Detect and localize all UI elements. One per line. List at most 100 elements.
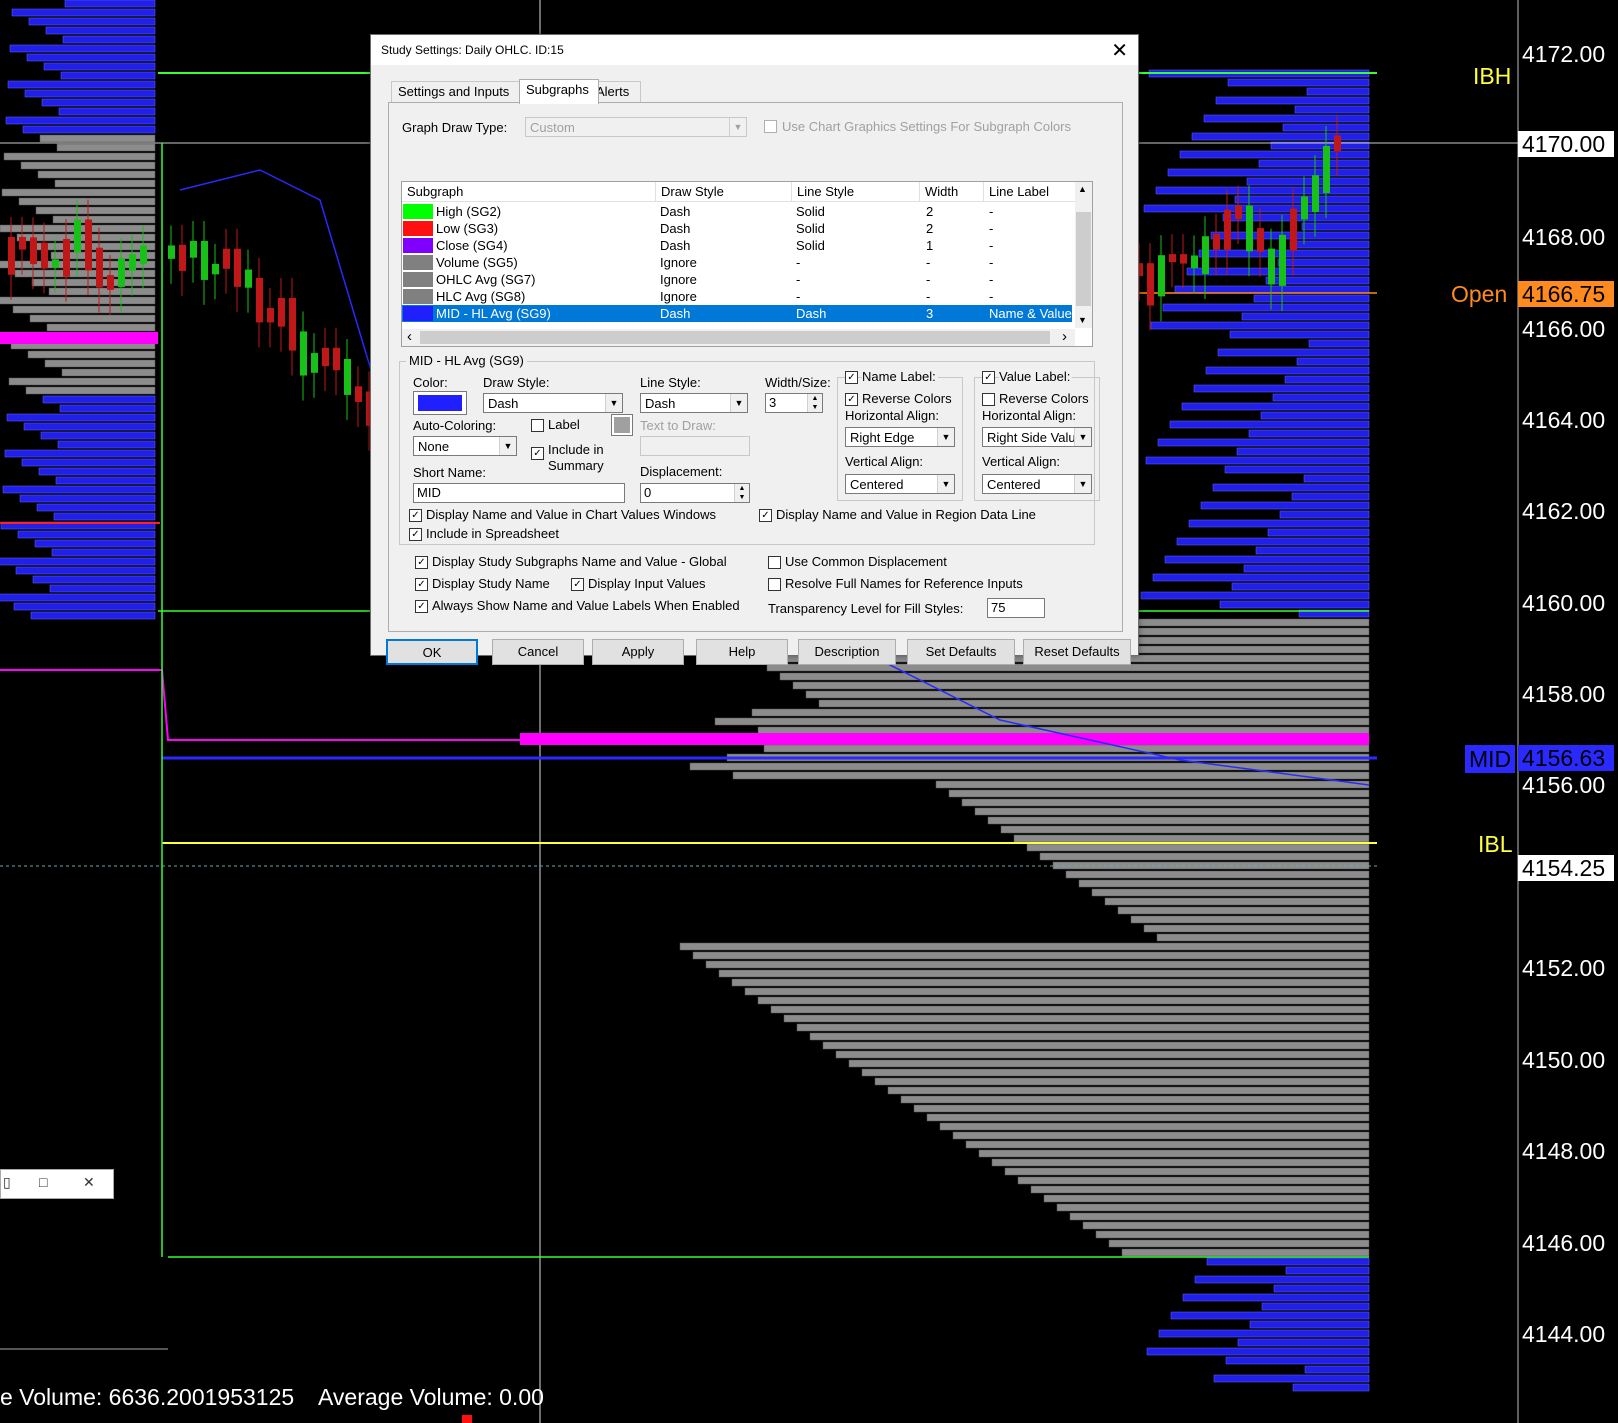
mid-tag: MID <box>1465 745 1516 773</box>
grid-horizontal-scrollbar[interactable]: ‹ › <box>402 328 1075 346</box>
subgraph-row[interactable]: Volume (SG5) Ignore - - - <box>402 254 1072 271</box>
name-vertical-align-select[interactable]: Centered ▼ <box>845 474 955 494</box>
scroll-left-icon[interactable]: ‹ <box>407 328 412 345</box>
profile-bar-right <box>783 1014 1370 1023</box>
line-style-select[interactable]: Dash ▼ <box>640 393 748 413</box>
candle-body <box>355 386 362 403</box>
subgraph-color-swatch <box>403 204 433 219</box>
graph-draw-type-label: Graph Draw Type: <box>402 120 508 135</box>
profile-bar-right <box>731 978 1370 987</box>
close-icon[interactable]: ✕ <box>1111 38 1128 63</box>
value-vertical-align-select[interactable]: Centered ▼ <box>982 474 1092 494</box>
profile-bar-right <box>1306 87 1370 96</box>
grid-vertical-scrollbar[interactable]: ▲ ▼ <box>1075 182 1092 328</box>
include-spreadsheet-checkbox[interactable]: ✓ <box>409 528 422 541</box>
tab-settings-and-inputs[interactable]: Settings and Inputs <box>391 81 529 102</box>
subgraph-row[interactable]: Low (SG3) Dash Solid 2 - <box>402 220 1072 237</box>
cancel-button[interactable]: Cancel <box>492 639 584 665</box>
profile-bar-left <box>24 89 156 98</box>
transparency-input[interactable]: 75 <box>987 598 1045 618</box>
profile-bar-right <box>939 1122 1370 1131</box>
label-checkbox[interactable] <box>531 419 544 432</box>
auto-coloring-select[interactable]: None ▼ <box>413 436 517 456</box>
displacement-input[interactable]: 0 ▲ ▼ <box>640 483 750 503</box>
dialog-titlebar[interactable]: Study Settings: Daily OHLC. ID:15 ✕ <box>371 35 1138 65</box>
profile-bar-left <box>37 170 156 179</box>
value-label-checkbox[interactable]: ✓ <box>982 371 995 384</box>
profile-bar-right <box>1013 834 1370 843</box>
display-input-values-checkbox[interactable]: ✓ <box>571 578 584 591</box>
name-label-title: Name Label: <box>862 369 938 384</box>
value-horizontal-align-select[interactable]: Right Side Valu ▼ <box>982 427 1092 447</box>
profile-bar-left <box>11 8 156 17</box>
subgraph-row[interactable]: OHLC Avg (SG7) Ignore - - - <box>402 271 1072 288</box>
name-horizontal-align-select[interactable]: Right Edge ▼ <box>845 427 955 447</box>
draw-style-select[interactable]: Dash ▼ <box>483 393 623 413</box>
apply-button[interactable]: Apply <box>592 639 684 665</box>
width-size-input[interactable]: 3 ▲ ▼ <box>765 393 823 413</box>
scroll-down-icon[interactable]: ▼ <box>1078 315 1087 325</box>
scroll-thumb[interactable] <box>420 331 1050 344</box>
spin-down-icon[interactable]: ▼ <box>808 403 822 412</box>
short-name-input[interactable]: MID <box>413 483 625 503</box>
column-header-width[interactable]: Width <box>920 182 984 201</box>
resolve-full-names-label: Resolve Full Names for Reference Inputs <box>785 576 1023 591</box>
help-button[interactable]: Help <box>696 639 788 665</box>
profile-bar-right <box>935 780 1370 789</box>
subgraph-grid[interactable]: Subgraph Draw Style Line Style Width Lin… <box>401 181 1093 347</box>
display-study-name-checkbox[interactable]: ✓ <box>415 578 428 591</box>
scroll-right-icon[interactable]: › <box>1062 328 1067 345</box>
spin-up-icon[interactable]: ▲ <box>808 394 822 403</box>
ok-button[interactable]: OK <box>386 639 478 665</box>
value-reverse-colors-checkbox[interactable] <box>982 393 995 406</box>
profile-bar-left <box>35 206 156 215</box>
profile-bar-right <box>1291 492 1370 501</box>
set-defaults-button[interactable]: Set Defaults <box>907 639 1015 665</box>
column-header-subgraph[interactable]: Subgraph <box>402 182 656 201</box>
minimized-window[interactable]: ▯ □ ✕ <box>0 1169 114 1199</box>
spin-up-icon[interactable]: ▲ <box>735 484 749 493</box>
use-chart-graphics-checkbox[interactable] <box>764 120 777 133</box>
subgraph-row[interactable]: High (SG2) Dash Solid 2 - <box>402 203 1072 220</box>
subgraph-row[interactable]: Close (SG4) Dash Solid 1 - <box>402 237 1072 254</box>
scroll-thumb[interactable] <box>1076 212 1091 306</box>
profile-bar-right <box>792 681 1370 690</box>
label-color-swatch <box>614 417 630 433</box>
close-icon[interactable]: ✕ <box>83 1174 95 1191</box>
reset-defaults-button[interactable]: Reset Defaults <box>1023 639 1131 665</box>
profile-bar-right <box>1169 420 1370 429</box>
profile-bar-right <box>1258 159 1370 168</box>
scroll-up-icon[interactable]: ▲ <box>1078 184 1087 194</box>
width-spinner[interactable]: ▲ ▼ <box>807 394 822 412</box>
display-global-checkbox[interactable]: ✓ <box>415 556 428 569</box>
profile-bar-left <box>26 53 156 62</box>
subgraph-row[interactable]: HLC Avg (SG8) Ignore - - - <box>402 288 1072 305</box>
use-common-displacement-checkbox[interactable] <box>768 556 781 569</box>
subgraph-cell-width: - <box>926 289 931 304</box>
column-header-line-style[interactable]: Line Style <box>792 182 920 201</box>
column-header-draw-style[interactable]: Draw Style <box>656 182 792 201</box>
label-color-button[interactable] <box>611 414 633 436</box>
color-label: Color: <box>413 375 448 390</box>
text-to-draw-input[interactable] <box>640 436 750 456</box>
subgraph-cell-name: Low (SG3) <box>436 221 499 236</box>
color-picker-button[interactable] <box>413 391 467 415</box>
name-label-checkbox[interactable]: ✓ <box>845 371 858 384</box>
restore-icon[interactable]: ▯ <box>3 1174 11 1191</box>
maximize-icon[interactable]: □ <box>39 1174 47 1190</box>
displacement-spinner[interactable]: ▲ ▼ <box>734 484 749 502</box>
subgraph-row[interactable]: MID - HL Avg (SG9) Dash Dash 3 Name & Value <box>402 305 1072 322</box>
profile-bar-right <box>1212 483 1370 492</box>
display-chart-values-checkbox[interactable]: ✓ <box>409 509 422 522</box>
resolve-full-names-checkbox[interactable] <box>768 578 781 591</box>
spin-down-icon[interactable]: ▼ <box>735 493 749 502</box>
profile-bar-left <box>20 161 156 170</box>
graph-draw-type-select[interactable]: Custom ▼ <box>525 117 747 137</box>
always-show-labels-checkbox[interactable]: ✓ <box>415 600 428 613</box>
display-region-line-checkbox[interactable]: ✓ <box>759 509 772 522</box>
profile-bar-right <box>835 1050 1370 1059</box>
tab-subgraphs[interactable]: Subgraphs <box>519 79 599 104</box>
include-in-summary-checkbox[interactable]: ✓ <box>531 447 544 460</box>
description-button[interactable]: Description <box>798 639 896 665</box>
name-reverse-colors-checkbox[interactable]: ✓ <box>845 393 858 406</box>
